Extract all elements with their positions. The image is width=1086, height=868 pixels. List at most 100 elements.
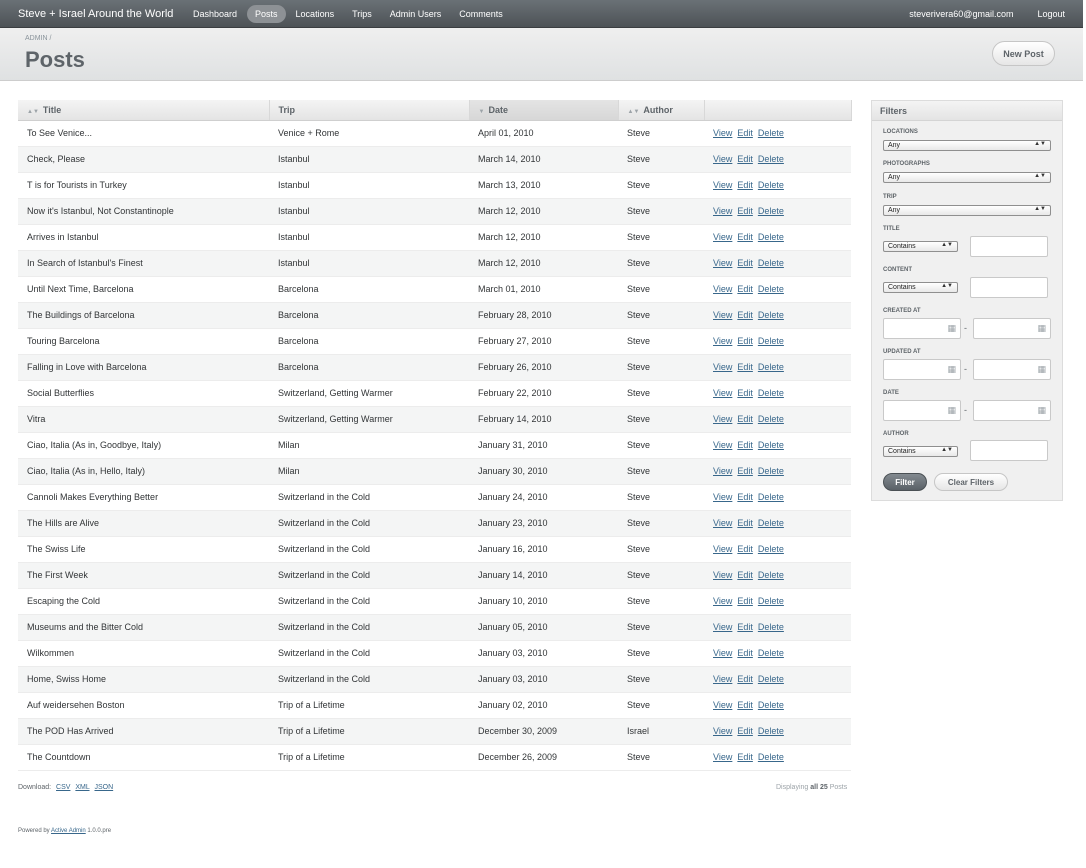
edit-link[interactable]: Edit: [737, 700, 753, 710]
column-header-author[interactable]: ▲▼ Author: [618, 100, 705, 121]
delete-link[interactable]: Delete: [758, 700, 784, 710]
edit-link[interactable]: Edit: [737, 414, 753, 424]
edit-link[interactable]: Edit: [737, 648, 753, 658]
title-filter-input[interactable]: [970, 236, 1048, 257]
current-user-link[interactable]: steverivera60@gmail.com: [909, 9, 1013, 19]
download-json-link[interactable]: JSON: [94, 784, 113, 791]
created-at-to-input[interactable]: ▦: [973, 318, 1051, 339]
delete-link[interactable]: Delete: [758, 388, 784, 398]
edit-link[interactable]: Edit: [737, 622, 753, 632]
updated-at-to-input[interactable]: ▦: [973, 359, 1051, 380]
edit-link[interactable]: Edit: [737, 180, 753, 190]
delete-link[interactable]: Delete: [758, 570, 784, 580]
edit-link[interactable]: Edit: [737, 232, 753, 242]
delete-link[interactable]: Delete: [758, 362, 784, 372]
delete-link[interactable]: Delete: [758, 128, 784, 138]
view-link[interactable]: View: [713, 414, 732, 424]
new-post-button[interactable]: New Post: [992, 41, 1055, 66]
trip-select[interactable]: Any ▲▼: [883, 205, 1051, 216]
photographs-select[interactable]: Any ▲▼: [883, 172, 1051, 183]
column-header-date[interactable]: ▼ Date: [469, 100, 619, 121]
clear-filters-button[interactable]: Clear Filters: [934, 473, 1008, 491]
delete-link[interactable]: Delete: [758, 310, 784, 320]
view-link[interactable]: View: [713, 622, 732, 632]
title-operator-select[interactable]: Contains ▲▼: [883, 241, 958, 252]
view-link[interactable]: View: [713, 440, 732, 450]
calendar-icon[interactable]: ▦: [1037, 323, 1046, 334]
edit-link[interactable]: Edit: [737, 284, 753, 294]
edit-link[interactable]: Edit: [737, 258, 753, 268]
edit-link[interactable]: Edit: [737, 752, 753, 762]
view-link[interactable]: View: [713, 518, 732, 528]
edit-link[interactable]: Edit: [737, 154, 753, 164]
view-link[interactable]: View: [713, 128, 732, 138]
edit-link[interactable]: Edit: [737, 492, 753, 502]
edit-link[interactable]: Edit: [737, 206, 753, 216]
tab-comments[interactable]: Comments: [451, 5, 511, 23]
delete-link[interactable]: Delete: [758, 440, 784, 450]
delete-link[interactable]: Delete: [758, 206, 784, 216]
content-operator-select[interactable]: Contains ▲▼: [883, 282, 958, 293]
filter-button[interactable]: Filter: [883, 473, 927, 491]
calendar-icon[interactable]: ▦: [1037, 405, 1046, 416]
view-link[interactable]: View: [713, 726, 732, 736]
delete-link[interactable]: Delete: [758, 232, 784, 242]
edit-link[interactable]: Edit: [737, 674, 753, 684]
view-link[interactable]: View: [713, 388, 732, 398]
delete-link[interactable]: Delete: [758, 180, 784, 190]
author-filter-input[interactable]: [970, 440, 1048, 461]
tab-admin-users[interactable]: Admin Users: [382, 5, 450, 23]
logout-link[interactable]: Logout: [1037, 9, 1065, 19]
view-link[interactable]: View: [713, 700, 732, 710]
delete-link[interactable]: Delete: [758, 154, 784, 164]
view-link[interactable]: View: [713, 310, 732, 320]
calendar-icon[interactable]: ▦: [947, 405, 956, 416]
edit-link[interactable]: Edit: [737, 388, 753, 398]
view-link[interactable]: View: [713, 674, 732, 684]
delete-link[interactable]: Delete: [758, 544, 784, 554]
date-to-input[interactable]: ▦: [973, 400, 1051, 421]
view-link[interactable]: View: [713, 492, 732, 502]
tab-trips[interactable]: Trips: [344, 5, 380, 23]
delete-link[interactable]: Delete: [758, 518, 784, 528]
view-link[interactable]: View: [713, 466, 732, 476]
view-link[interactable]: View: [713, 284, 732, 294]
delete-link[interactable]: Delete: [758, 596, 784, 606]
author-operator-select[interactable]: Contains ▲▼: [883, 446, 958, 457]
delete-link[interactable]: Delete: [758, 492, 784, 502]
calendar-icon[interactable]: ▦: [947, 323, 956, 334]
edit-link[interactable]: Edit: [737, 726, 753, 736]
edit-link[interactable]: Edit: [737, 336, 753, 346]
download-xml-link[interactable]: XML: [75, 784, 89, 791]
tab-locations[interactable]: Locations: [288, 5, 343, 23]
locations-select[interactable]: Any ▲▼: [883, 140, 1051, 151]
edit-link[interactable]: Edit: [737, 466, 753, 476]
edit-link[interactable]: Edit: [737, 362, 753, 372]
edit-link[interactable]: Edit: [737, 310, 753, 320]
view-link[interactable]: View: [713, 180, 732, 190]
view-link[interactable]: View: [713, 596, 732, 606]
column-header-title[interactable]: ▲▼ Title: [18, 100, 270, 121]
delete-link[interactable]: Delete: [758, 284, 784, 294]
tab-posts[interactable]: Posts: [247, 5, 286, 23]
download-csv-link[interactable]: CSV: [56, 784, 70, 791]
view-link[interactable]: View: [713, 258, 732, 268]
edit-link[interactable]: Edit: [737, 128, 753, 138]
view-link[interactable]: View: [713, 336, 732, 346]
view-link[interactable]: View: [713, 752, 732, 762]
site-title[interactable]: Steve + Israel Around the World: [18, 8, 173, 20]
delete-link[interactable]: Delete: [758, 726, 784, 736]
breadcrumb-admin-link[interactable]: ADMIN: [25, 35, 48, 42]
content-filter-input[interactable]: [970, 277, 1048, 298]
delete-link[interactable]: Delete: [758, 466, 784, 476]
updated-at-from-input[interactable]: ▦: [883, 359, 961, 380]
created-at-from-input[interactable]: ▦: [883, 318, 961, 339]
active-admin-link[interactable]: Active Admin: [51, 828, 86, 834]
edit-link[interactable]: Edit: [737, 570, 753, 580]
calendar-icon[interactable]: ▦: [1037, 364, 1046, 375]
delete-link[interactable]: Delete: [758, 674, 784, 684]
tab-dashboard[interactable]: Dashboard: [185, 5, 245, 23]
edit-link[interactable]: Edit: [737, 440, 753, 450]
view-link[interactable]: View: [713, 232, 732, 242]
view-link[interactable]: View: [713, 544, 732, 554]
